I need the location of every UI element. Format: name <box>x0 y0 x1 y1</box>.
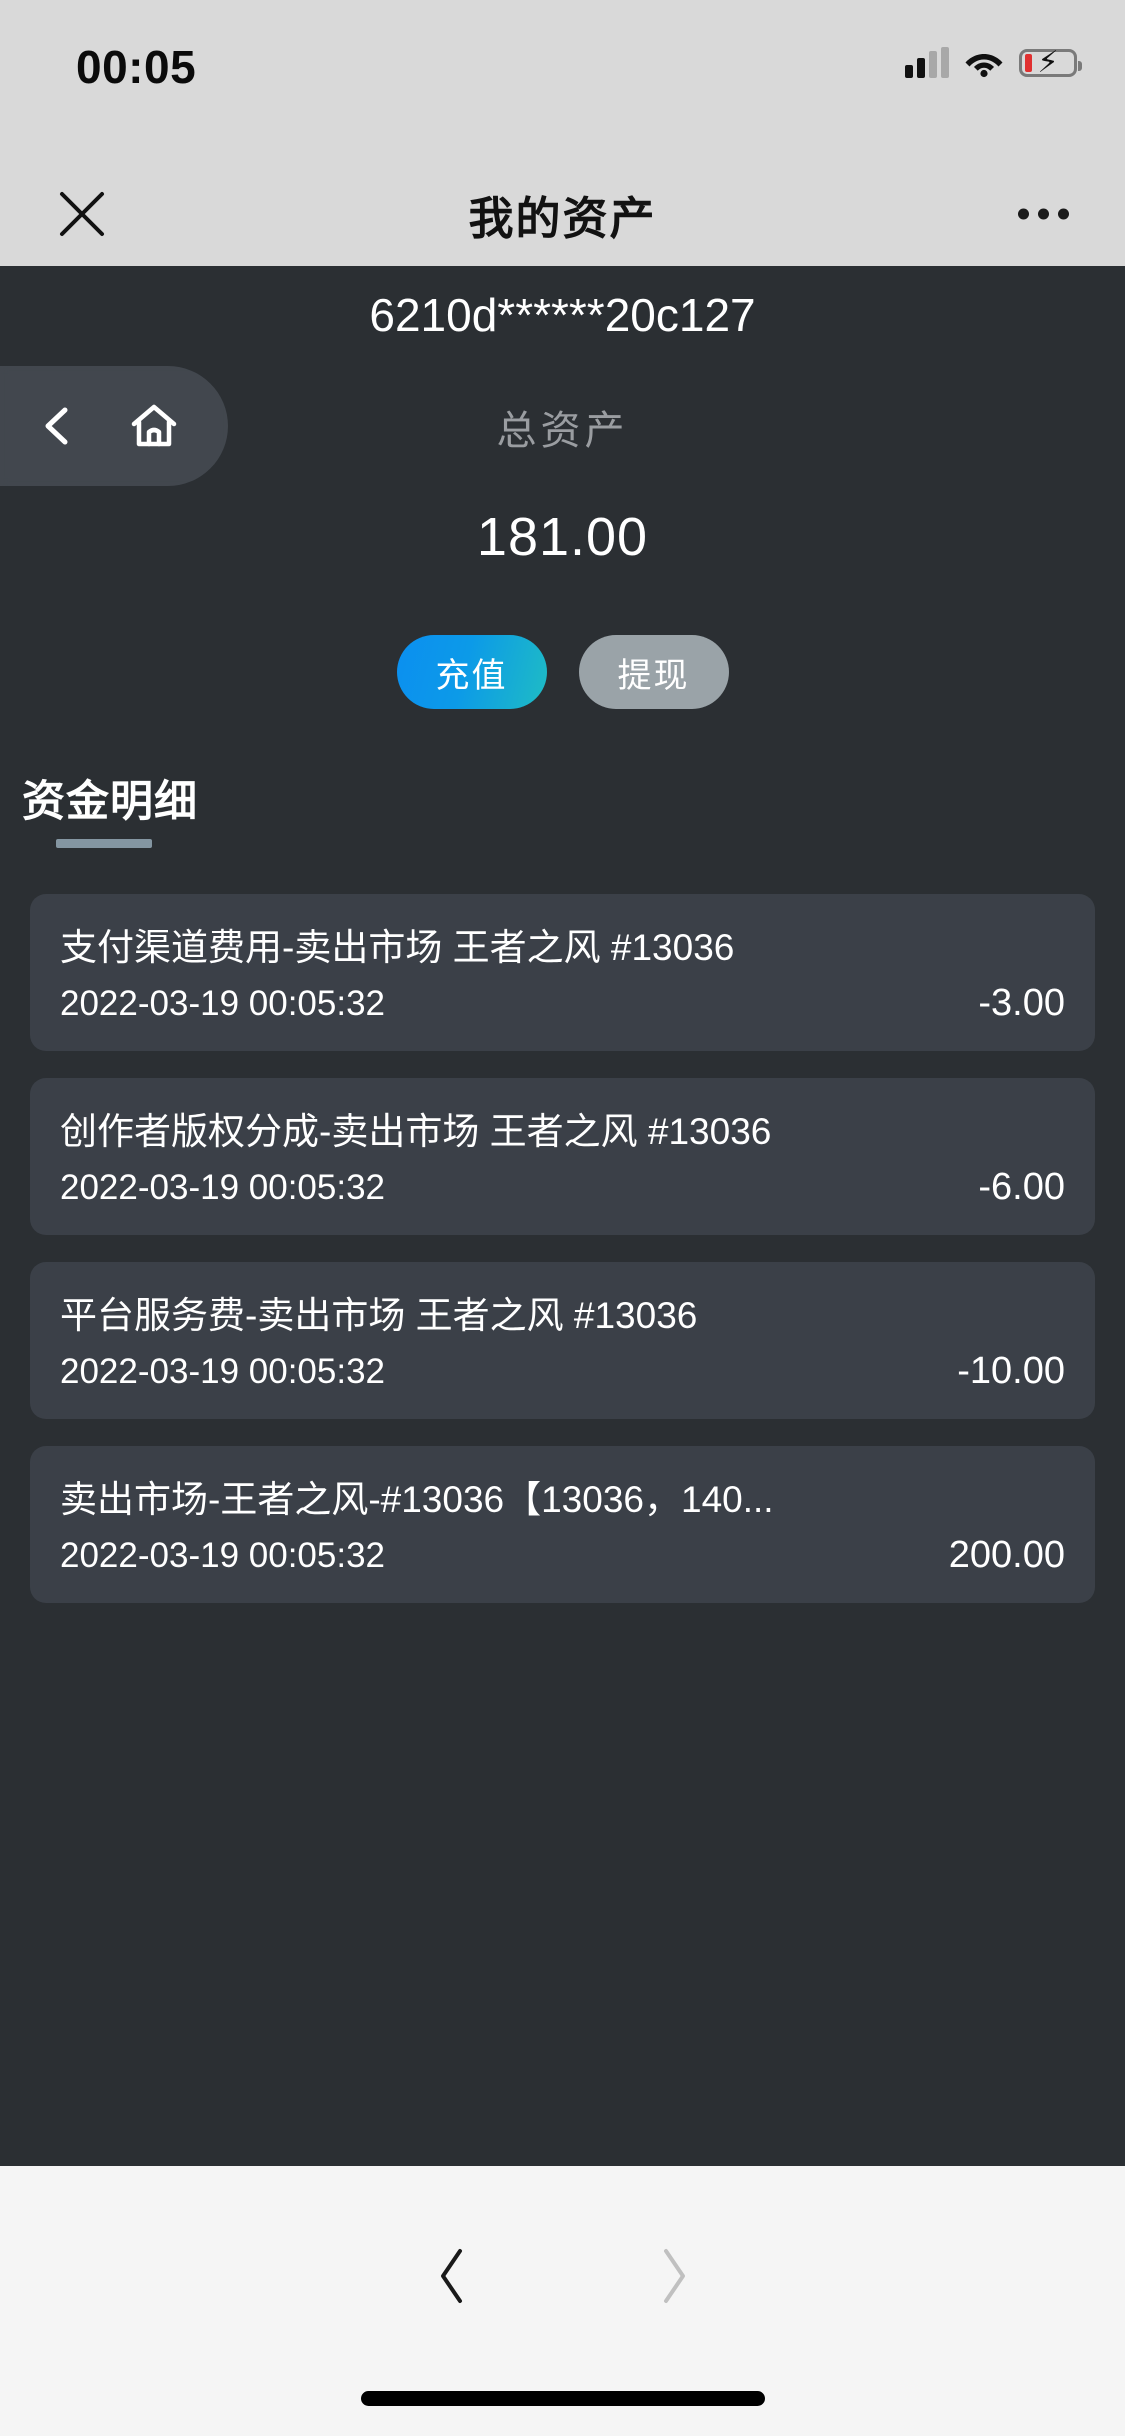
total-assets-amount: 181.00 <box>476 507 649 567</box>
status-bar: 00:05 ⚡ <box>0 0 1125 162</box>
wallet-address: 6210d******20c127 <box>369 289 756 341</box>
transaction-title: 创作者版权分成-卖出市场 王者之风 #13036 <box>60 1112 772 1152</box>
section-underline <box>56 839 152 848</box>
more-options-icon[interactable] <box>1018 208 1069 220</box>
transaction-row[interactable]: 创作者版权分成-卖出市场 王者之风 #13036 2022-03-19 00:0… <box>30 1078 1095 1235</box>
phone-screen: 00:05 ⚡ 我的资产 6210d******20c127 总资产 181.0… <box>0 0 1125 2436</box>
chevron-left-icon[interactable] <box>413 2236 493 2316</box>
battery-charging-icon: ⚡ <box>1019 48 1082 78</box>
wallet-actions: 充值 提现 <box>0 635 1125 709</box>
transaction-date: 2022-03-19 00:05:32 <box>60 1536 385 1575</box>
webview-nav-bar: 我的资产 <box>0 162 1125 266</box>
transaction-row[interactable]: 卖出市场-王者之风-#13036【13036，140... 2022-03-19… <box>30 1446 1095 1603</box>
transaction-date: 2022-03-19 00:05:32 <box>60 1352 385 1391</box>
transaction-amount: 200.00 <box>948 1534 1065 1576</box>
home-icon[interactable] <box>117 389 191 463</box>
withdraw-button[interactable]: 提现 <box>578 635 729 709</box>
wifi-icon <box>964 48 1004 78</box>
transaction-date: 2022-03-19 00:05:32 <box>60 1168 385 1207</box>
transaction-amount: -10.00 <box>957 1350 1065 1392</box>
fund-details-header: 资金明细 <box>0 767 1125 848</box>
status-bar-time: 00:05 <box>76 41 197 93</box>
status-bar-icons: ⚡ <box>905 47 1082 78</box>
transaction-amount: -3.00 <box>978 982 1065 1024</box>
transaction-date: 2022-03-19 00:05:32 <box>60 984 385 1023</box>
page-title: 我的资产 <box>468 192 657 244</box>
transaction-title: 支付渠道费用-卖出市场 王者之风 #13036 <box>60 928 735 968</box>
recharge-button[interactable]: 充值 <box>396 635 547 709</box>
cellular-signal-icon <box>905 47 949 78</box>
chevron-right-icon[interactable] <box>633 2236 713 2316</box>
transaction-meta: 2022-03-19 00:05:32 -10.00 <box>60 1350 1065 1393</box>
transaction-row[interactable]: 平台服务费-卖出市场 王者之风 #13036 2022-03-19 00:05:… <box>30 1262 1095 1419</box>
home-indicator <box>360 2391 765 2406</box>
transaction-title: 卖出市场-王者之风-#13036【13036，140... <box>60 1480 774 1520</box>
browser-bottom-bar <box>0 2166 1125 2436</box>
transaction-meta: 2022-03-19 00:05:32 -3.00 <box>60 982 1065 1025</box>
transaction-amount: -6.00 <box>978 1166 1065 1208</box>
floating-nav-overlay <box>0 366 228 486</box>
transaction-row[interactable]: 支付渠道费用-卖出市场 王者之风 #13036 2022-03-19 00:05… <box>30 894 1095 1051</box>
chevron-left-icon[interactable] <box>21 389 95 463</box>
wallet-page: 6210d******20c127 总资产 181.00 充值 提现 资金明细 … <box>0 266 1125 2166</box>
transaction-list: 支付渠道费用-卖出市场 王者之风 #13036 2022-03-19 00:05… <box>0 894 1125 1603</box>
close-icon[interactable] <box>50 182 114 246</box>
transaction-meta: 2022-03-19 00:05:32 200.00 <box>60 1534 1065 1577</box>
transaction-title: 平台服务费-卖出市场 王者之风 #13036 <box>60 1296 698 1336</box>
transaction-meta: 2022-03-19 00:05:32 -6.00 <box>60 1166 1065 1209</box>
browser-nav-buttons <box>0 2236 1125 2316</box>
section-title: 资金明细 <box>22 778 198 826</box>
